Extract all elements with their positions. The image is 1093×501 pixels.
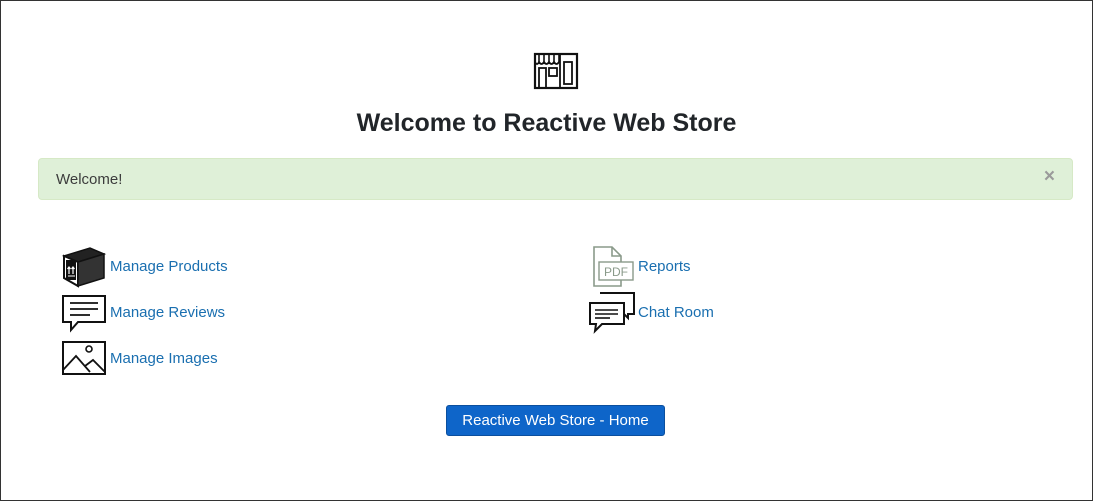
image-icon [62,341,106,375]
page-frame: Welcome to Reactive Web Store Welcome! ×… [0,0,1093,501]
chat-room-link[interactable]: Chat Room [588,290,714,334]
manage-reviews-link[interactable]: Manage Reviews [60,290,225,334]
alert-close-button[interactable]: × [1044,166,1055,188]
page-title: Welcome to Reactive Web Store [356,109,737,137]
storefront-icon [533,52,579,90]
alert-message: Welcome! [56,171,123,188]
package-box-icon [61,247,107,288]
reports-link[interactable]: PDF Reports [588,244,691,288]
chat-bubbles-icon [589,292,635,334]
comment-icon [62,295,106,333]
pdf-file-icon: PDF [593,246,634,287]
menu-item-label: Manage Products [110,257,228,275]
manage-products-link[interactable]: Manage Products [60,244,228,288]
manage-images-link[interactable]: Manage Images [60,336,218,380]
home-button[interactable]: Reactive Web Store - Home [446,405,665,436]
welcome-alert: Welcome! × [38,158,1073,200]
menu-item-label: Reports [638,257,691,275]
menu-item-label: Manage Images [110,349,218,367]
svg-text:PDF: PDF [604,265,628,279]
menu-item-label: Chat Room [638,303,714,321]
menu-item-label: Manage Reviews [110,303,226,321]
